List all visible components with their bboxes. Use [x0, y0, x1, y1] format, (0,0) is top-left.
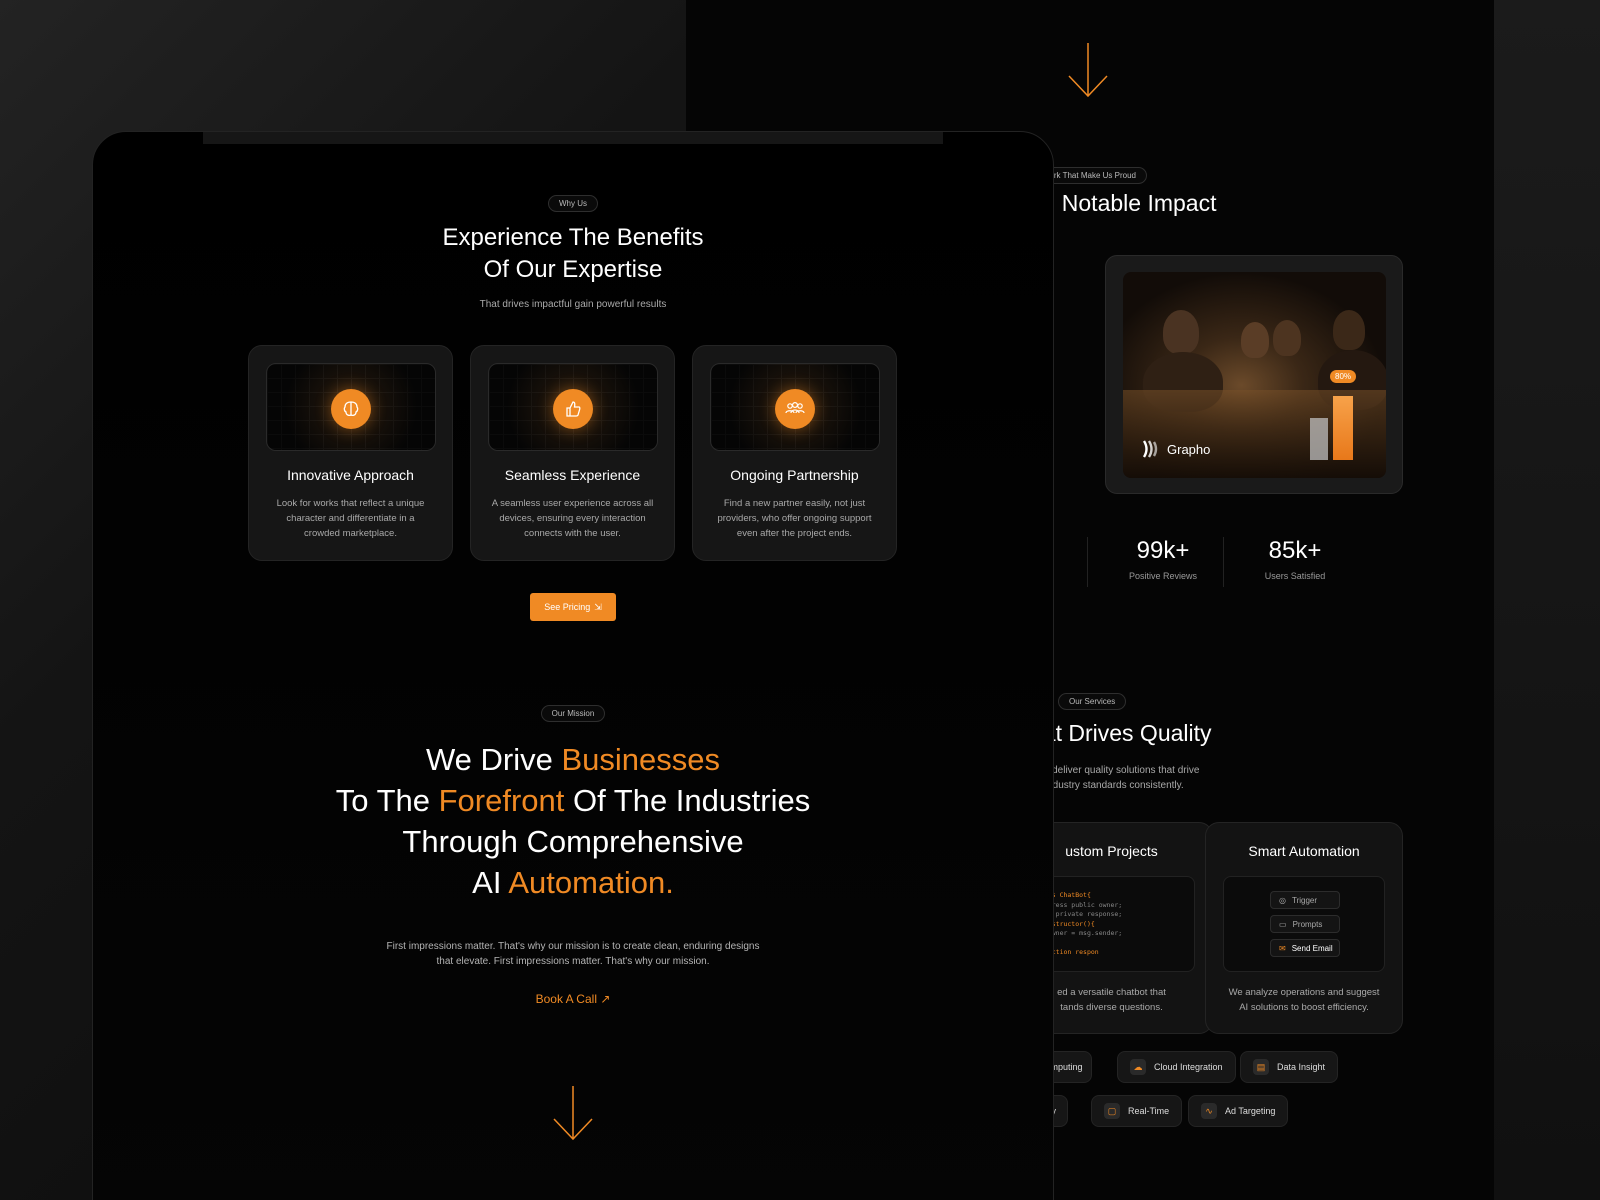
arrow-down-right-icon: ⇲ — [594, 601, 602, 612]
monitor-icon: ▢ — [1104, 1103, 1120, 1119]
card-visual — [488, 363, 658, 451]
stat-value: 85k+ — [1268, 537, 1322, 564]
chip-data-insight[interactable]: ▤ Data Insight — [1240, 1051, 1339, 1083]
automation-send-email[interactable]: ✉ Send Email — [1270, 939, 1340, 957]
automation-trigger[interactable]: ◎ Trigger — [1270, 891, 1340, 909]
service-desc-line: We analyze operations and suggest — [1228, 987, 1380, 998]
benefits-heading: Experience The Benefits Of Our Expertise — [93, 222, 1053, 286]
mission-paragraph: First impressions matter. That's why our… — [386, 941, 760, 967]
target-icon: ◎ — [1279, 895, 1286, 905]
chip-ad-targeting[interactable]: ∿ Ad Targeting — [1188, 1095, 1289, 1127]
card-visual — [266, 363, 436, 451]
automation-label: Prompts — [1292, 919, 1323, 929]
book-call-link[interactable]: Book A Call ↗ — [93, 992, 1053, 1006]
chip-label: Data Insight — [1277, 1062, 1326, 1072]
why-us-pill: Why Us — [548, 195, 598, 212]
card-seamless-experience[interactable]: Seamless Experience A seamless user expe… — [470, 345, 675, 561]
book-call-label: Book A Call — [535, 992, 597, 1006]
stat-label: Users Satisfied — [1264, 571, 1326, 581]
services-pill: Our Services — [1058, 693, 1127, 710]
card-description: A seamless user experience across all de… — [491, 498, 654, 539]
card-title: Seamless Experience — [504, 467, 641, 483]
background-right — [1494, 0, 1600, 1200]
mission-heading: We Drive Businesses To The Forefront Of … — [93, 739, 1053, 903]
chip-real-time[interactable]: ▢ Real-Time — [1091, 1095, 1183, 1127]
mail-icon: ✉ — [1279, 943, 1286, 953]
grapho-label: Grapho — [1167, 441, 1211, 457]
benefits-heading-line: Experience The Benefits — [442, 224, 704, 251]
benefits-subheading: That drives impactful gain powerful resu… — [479, 299, 667, 310]
activity-icon: ∿ — [1201, 1103, 1217, 1119]
card-innovative-approach[interactable]: Innovative Approach Look for works that … — [248, 345, 453, 561]
divider — [1087, 537, 1088, 587]
cloud-icon: ☁ — [1130, 1059, 1146, 1075]
card-ongoing-partnership[interactable]: Ongoing Partnership Find a new partner e… — [692, 345, 897, 561]
why-us-section: Why Us — [93, 193, 1053, 212]
arrow-up-right-icon: ↗ — [600, 992, 611, 1006]
front-page: Why Us Experience The Benefits Of Our Ex… — [92, 131, 1054, 1200]
thumbs-up-icon — [553, 389, 593, 429]
chip-label: Ad Targeting — [1225, 1106, 1276, 1116]
see-pricing-button[interactable]: See Pricing ⇲ — [530, 593, 616, 621]
mission-line-1: We Drive Businesses — [93, 739, 1053, 780]
mission-text: AI — [472, 865, 509, 900]
mission-pill: Our Mission — [540, 705, 606, 722]
mission-line-3: Through Comprehensive — [93, 821, 1053, 862]
automation-panel: ◎ Trigger ▭ Prompts ✉ Send Email — [1223, 876, 1385, 972]
chip-label: Cloud Integration — [1154, 1062, 1223, 1072]
card-visual — [710, 363, 880, 451]
services-desc-line: ed industry standards consistently. — [1031, 780, 1184, 791]
works-heading: ks, Notable Impact — [1026, 190, 1217, 216]
automation-label: Send Email — [1291, 943, 1333, 953]
card-description: Find a new partner easily, not just prov… — [717, 498, 872, 539]
service-description: We analyze operations and suggest AI sol… — [1216, 985, 1392, 1015]
mission-section: Our Mission — [93, 703, 1053, 722]
brain-icon — [331, 389, 371, 429]
arrow-down-icon — [553, 1086, 593, 1141]
benefits-heading-line: Of Our Expertise — [483, 256, 663, 283]
chart-bar-orange — [1333, 396, 1353, 460]
automation-prompts[interactable]: ▭ Prompts — [1270, 915, 1340, 933]
services-heading: hat Drives Quality — [1030, 720, 1212, 746]
services-description: , we deliver quality solutions that driv… — [1031, 763, 1199, 793]
arrow-down-icon — [1068, 43, 1108, 98]
mission-highlight: Businesses — [561, 742, 721, 777]
grapho-logo: Grapho — [1141, 440, 1210, 458]
mission-line-4: AI Automation. — [93, 862, 1053, 903]
chip-cloud-integration[interactable]: ☁ Cloud Integration — [1117, 1051, 1236, 1083]
see-pricing-label: See Pricing — [544, 602, 591, 612]
chat-icon: ▭ — [1279, 919, 1287, 929]
services-desc-line: , we deliver quality solutions that driv… — [1031, 765, 1200, 776]
team-icon — [775, 389, 815, 429]
top-strip — [203, 132, 943, 144]
stat-label: Positive Reviews — [1128, 571, 1198, 581]
stat-value: 99k+ — [1136, 537, 1190, 564]
mission-highlight: Automation. — [508, 865, 674, 900]
divider — [1223, 537, 1224, 587]
mission-text: We Drive — [425, 742, 562, 777]
card-title: Ongoing Partnership — [730, 467, 859, 483]
chip-label: Real-Time — [1128, 1106, 1170, 1116]
service-card-smart-automation[interactable]: Smart Automation ◎ Trigger ▭ Prompts ✉ S… — [1205, 822, 1403, 1034]
project-showcase[interactable]: 80% Grapho — [1105, 255, 1403, 494]
card-description: Look for works that reflect a unique cha… — [276, 498, 425, 539]
project-photo: 80% Grapho — [1123, 272, 1386, 478]
stat-reviews: 99k+ Positive Reviews — [1094, 537, 1232, 581]
service-desc-line: AI solutions to boost efficiency. — [1239, 1002, 1369, 1013]
mission-line-2: To The Forefront Of The Industries — [93, 780, 1053, 821]
card-title: Innovative Approach — [287, 467, 414, 483]
database-icon: ▤ — [1253, 1059, 1269, 1075]
mission-text: Of The Industries — [564, 783, 811, 818]
service-title: Smart Automation — [1248, 843, 1360, 859]
code-panel: lass ChatBot{address public owner; int pr… — [1031, 876, 1195, 972]
sound-waves-icon — [1142, 440, 1158, 458]
mission-text: Through Comprehensive — [402, 824, 744, 859]
chart-bar-grey — [1310, 418, 1328, 460]
stat-users: 85k+ Users Satisfied — [1228, 537, 1362, 581]
mission-text: To The — [335, 783, 439, 818]
automation-label: Trigger — [1291, 895, 1318, 905]
mission-highlight: Forefront — [438, 783, 565, 818]
percent-badge: 80% — [1330, 370, 1357, 383]
